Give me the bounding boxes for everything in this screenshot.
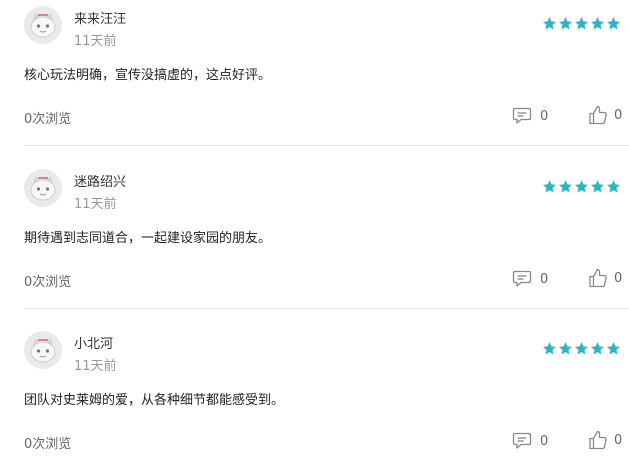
rating-stars (542, 16, 621, 31)
view-count: 0次浏览 (24, 437, 72, 452)
thumbs-up-icon (589, 268, 607, 288)
like-button[interactable]: 0 (588, 104, 622, 126)
view-count: 0次浏览 (24, 275, 72, 290)
rating-stars (542, 341, 621, 356)
comment-button[interactable]: 0 (512, 105, 548, 127)
review-card: 来来汪汪 11天前 核心玩法明确，宣传没搞虚的，这点好评。 0次浏览 0 0 (0, 0, 629, 146)
star-icon (558, 179, 573, 194)
star-icon (606, 16, 621, 31)
comment-icon (512, 107, 532, 124)
thumbs-up-icon (589, 105, 607, 125)
username[interactable]: 小北河 (74, 333, 113, 352)
review-text: 期待遇到志同道合，一起建设家园的朋友。 (24, 231, 272, 246)
like-button[interactable]: 0 (588, 429, 622, 451)
username[interactable]: 来来汪汪 (74, 8, 126, 27)
star-icon (574, 179, 589, 194)
star-icon (574, 341, 589, 356)
star-icon (590, 16, 605, 31)
avatar[interactable] (24, 169, 62, 207)
divider (24, 145, 629, 146)
cat-avatar-icon (24, 331, 62, 369)
cat-avatar-icon (24, 169, 62, 207)
comment-icon (512, 432, 532, 449)
comment-count: 0 (540, 108, 549, 124)
comment-count: 0 (540, 271, 549, 287)
star-icon (542, 179, 557, 194)
star-icon (606, 179, 621, 194)
review-card: 小北河 11天前 团队对史莱姆的爱，从各种细节都能感受到。 0次浏览 0 0 (0, 309, 629, 471)
like-count: 0 (614, 107, 623, 123)
star-icon (558, 341, 573, 356)
review-card: 迷路绍兴 11天前 期待遇到志同道合，一起建设家园的朋友。 0次浏览 0 0 (0, 147, 629, 309)
thumbs-up-icon (589, 430, 607, 450)
comment-button[interactable]: 0 (512, 430, 548, 452)
avatar[interactable] (24, 331, 62, 369)
star-icon (574, 16, 589, 31)
review-text: 核心玩法明确，宣传没搞虚的，这点好评。 (24, 68, 272, 83)
comment-button[interactable]: 0 (512, 268, 548, 290)
star-icon (606, 341, 621, 356)
avatar[interactable] (24, 6, 62, 44)
comment-count: 0 (540, 433, 549, 449)
star-icon (558, 16, 573, 31)
rating-stars (542, 179, 621, 194)
view-count: 0次浏览 (24, 112, 72, 127)
cat-avatar-icon (24, 6, 62, 44)
like-button[interactable]: 0 (588, 267, 622, 289)
star-icon (542, 341, 557, 356)
comment-icon (512, 270, 532, 287)
post-time: 11天前 (74, 197, 117, 212)
like-count: 0 (614, 270, 623, 286)
star-icon (542, 16, 557, 31)
review-text: 团队对史莱姆的爱，从各种细节都能感受到。 (24, 393, 285, 408)
star-icon (590, 341, 605, 356)
like-count: 0 (614, 432, 623, 448)
post-time: 11天前 (74, 34, 117, 49)
post-time: 11天前 (74, 359, 117, 374)
star-icon (590, 179, 605, 194)
username[interactable]: 迷路绍兴 (74, 171, 126, 190)
